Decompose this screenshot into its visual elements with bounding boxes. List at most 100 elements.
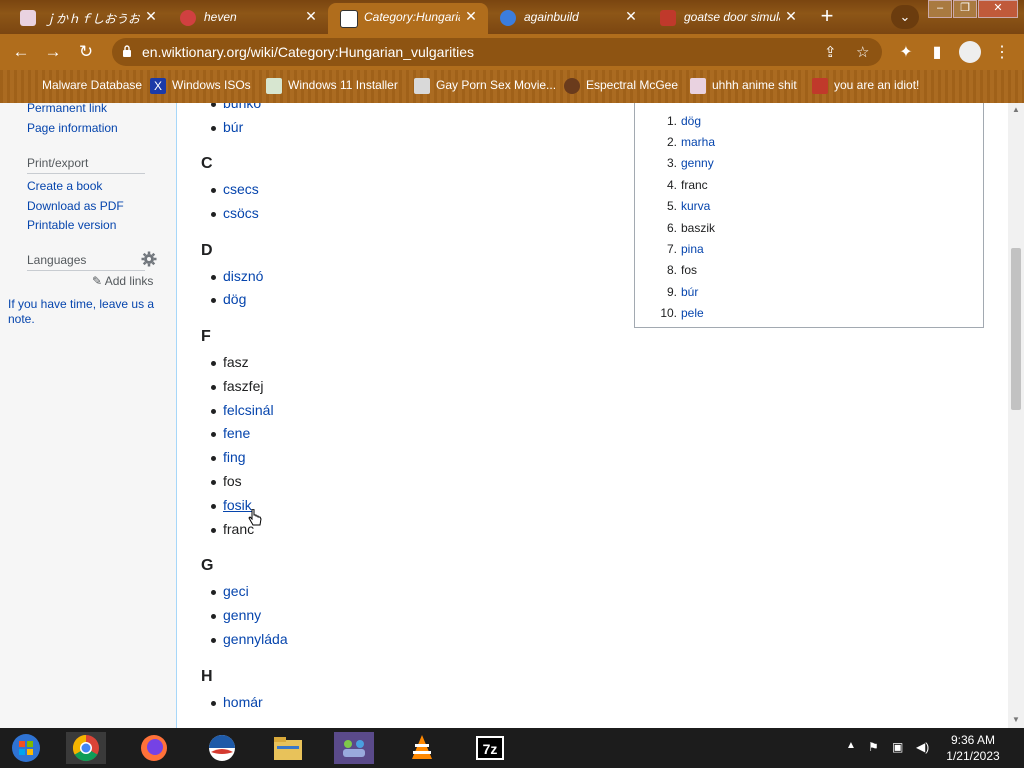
ranked-term[interactable]: baszik bbox=[681, 221, 715, 235]
new-tab-button[interactable]: + bbox=[814, 5, 840, 29]
ranked-term[interactable]: fos bbox=[681, 263, 697, 277]
bookmark-you-are-an-idiot[interactable]: you are an idiot! bbox=[812, 78, 919, 96]
firefox-app[interactable] bbox=[134, 732, 174, 764]
list-item[interactable]: fasz bbox=[211, 354, 249, 370]
vlc-icon bbox=[412, 735, 432, 759]
list-item[interactable]: fos bbox=[211, 473, 242, 489]
list-item[interactable]: csecs bbox=[211, 181, 259, 197]
bookmark-espectral-mcgee[interactable]: Espectral McGee bbox=[564, 78, 678, 96]
anime-girl-icon bbox=[20, 10, 36, 26]
ranked-term[interactable]: franc bbox=[681, 178, 708, 192]
obama-app[interactable] bbox=[202, 732, 242, 764]
pencil-icon: ✎ bbox=[92, 274, 103, 288]
ranked-term[interactable]: genny bbox=[681, 156, 714, 170]
list-item[interactable]: geci bbox=[211, 583, 249, 599]
start-button[interactable] bbox=[6, 732, 46, 764]
gear-icon[interactable] bbox=[141, 251, 157, 267]
address-bar[interactable]: en.wiktionary.org/wiki/Category:Hungaria… bbox=[112, 38, 882, 66]
list-item[interactable]: homár bbox=[211, 694, 263, 710]
profile-avatar[interactable] bbox=[959, 41, 981, 63]
show-hidden-icons-icon[interactable]: ▲ bbox=[846, 740, 856, 751]
chrome-app[interactable] bbox=[66, 732, 106, 764]
list-item[interactable]: búr bbox=[210, 119, 243, 135]
ranked-term[interactable]: búr bbox=[681, 285, 698, 299]
section-heading: G bbox=[201, 557, 214, 574]
ranked-term[interactable]: marha bbox=[681, 135, 715, 149]
top-terms-box: 1. dög 2. marha 3. genny 4. franc 5. kur… bbox=[634, 103, 984, 328]
restore-button[interactable]: ❐ bbox=[953, 0, 977, 18]
network-people-icon bbox=[343, 740, 365, 757]
cube-icon bbox=[414, 78, 430, 94]
network-icon[interactable]: ▣ bbox=[892, 740, 903, 754]
flag-icon[interactable]: ⚑ bbox=[868, 740, 879, 754]
chrome-icon bbox=[72, 734, 99, 762]
add-links-button[interactable]: ✎ Add links bbox=[92, 274, 153, 288]
scroll-up-arrow-icon[interactable]: ▲ bbox=[1012, 105, 1020, 114]
ranked-term[interactable]: pele bbox=[681, 306, 704, 320]
minimize-button[interactable]: – bbox=[928, 0, 952, 18]
list-item[interactable]: bunkó bbox=[210, 103, 261, 111]
bookmark-windows-isos[interactable]: X Windows ISOs bbox=[150, 78, 251, 96]
close-icon[interactable]: ✕ bbox=[782, 8, 800, 25]
vlc-app[interactable] bbox=[402, 732, 442, 764]
system-clock[interactable]: 9:36 AM 1/21/2023 bbox=[930, 732, 1016, 764]
close-icon[interactable]: ✕ bbox=[462, 8, 480, 25]
x-icon: X bbox=[150, 78, 166, 94]
list-item[interactable]: dög bbox=[210, 291, 246, 307]
bookmark-windows-11-installer[interactable]: Windows 11 Installer bbox=[266, 78, 398, 96]
list-item[interactable]: felcsinál bbox=[211, 402, 274, 418]
tab-5[interactable]: goatse door simulator ✕ bbox=[648, 3, 808, 34]
ranked-term[interactable]: pina bbox=[681, 242, 704, 256]
close-icon[interactable]: ✕ bbox=[622, 8, 640, 25]
7zip-app[interactable]: 7z bbox=[470, 732, 510, 764]
tab-2[interactable]: heven ✕ bbox=[168, 3, 328, 34]
menu-icon[interactable]: ⋮ bbox=[991, 42, 1013, 62]
tab-1[interactable]: ｊかｈｆしおうお,あ ✕ bbox=[8, 3, 168, 34]
create-book-link[interactable]: Create a book bbox=[27, 179, 102, 193]
list-item[interactable]: disznó bbox=[210, 268, 263, 284]
firefox-icon bbox=[141, 735, 167, 761]
file-explorer-app[interactable] bbox=[268, 732, 308, 764]
volume-icon[interactable]: ◀) bbox=[916, 740, 929, 754]
back-button[interactable]: ← bbox=[10, 42, 32, 62]
rank-number: 4. bbox=[666, 178, 677, 192]
reload-button[interactable]: ↻ bbox=[75, 42, 97, 62]
list-item[interactable]: genny bbox=[210, 607, 261, 623]
scroll-down-arrow-icon[interactable]: ▼ bbox=[1012, 715, 1020, 724]
close-icon[interactable]: ✕ bbox=[142, 8, 160, 25]
scrollbar-thumb[interactable] bbox=[1011, 248, 1021, 410]
list-item[interactable]: csöcs bbox=[211, 205, 259, 221]
page-information-link[interactable]: Page information bbox=[27, 121, 118, 135]
forward-button[interactable]: → bbox=[42, 42, 64, 62]
download-pdf-link[interactable]: Download as PDF bbox=[27, 199, 124, 213]
leave-note-link[interactable]: If you have time, leave us a note. bbox=[8, 297, 170, 327]
printable-version-link[interactable]: Printable version bbox=[27, 218, 116, 232]
globe-icon bbox=[20, 78, 36, 94]
page-scrollbar[interactable]: ▲ ▼ bbox=[1008, 103, 1024, 728]
list-item[interactable]: gennyláda bbox=[211, 631, 288, 647]
rank-number: 10. bbox=[660, 306, 677, 320]
print-export-heading: Print/export bbox=[27, 156, 89, 170]
bookmark-malware-database[interactable]: Malware Database bbox=[20, 78, 142, 96]
list-item[interactable]: fing bbox=[211, 449, 246, 465]
close-window-button[interactable]: ✕ bbox=[978, 0, 1018, 18]
ranked-term[interactable]: dög bbox=[681, 114, 701, 128]
bookmark-star-icon[interactable]: ☆ bbox=[856, 43, 869, 61]
network-people-app[interactable] bbox=[334, 732, 374, 764]
close-icon[interactable]: ✕ bbox=[302, 8, 320, 25]
list-item[interactable]: fene bbox=[210, 425, 250, 441]
tab-search-button[interactable]: ⌄ bbox=[891, 5, 919, 29]
side-panel-icon[interactable]: ▮ bbox=[926, 42, 948, 62]
section-heading: C bbox=[201, 155, 213, 172]
ranked-term[interactable]: kurva bbox=[681, 199, 710, 213]
share-icon[interactable]: ⇪ bbox=[824, 43, 837, 61]
list-item[interactable]: faszfej bbox=[210, 378, 263, 394]
bookmark-anime[interactable]: uhhh anime shit bbox=[690, 78, 797, 96]
tab-3-active[interactable]: Category:Hungarian ✕ bbox=[328, 3, 488, 34]
permanent-link[interactable]: Permanent link bbox=[27, 103, 107, 115]
tab-4[interactable]: againbuild ✕ bbox=[488, 3, 648, 34]
bookmark-movie[interactable]: Gay Porn Sex Movie... bbox=[414, 78, 556, 96]
time: 9:36 AM bbox=[950, 733, 996, 747]
divider bbox=[27, 173, 145, 174]
extensions-icon[interactable]: ✦ bbox=[895, 42, 917, 62]
